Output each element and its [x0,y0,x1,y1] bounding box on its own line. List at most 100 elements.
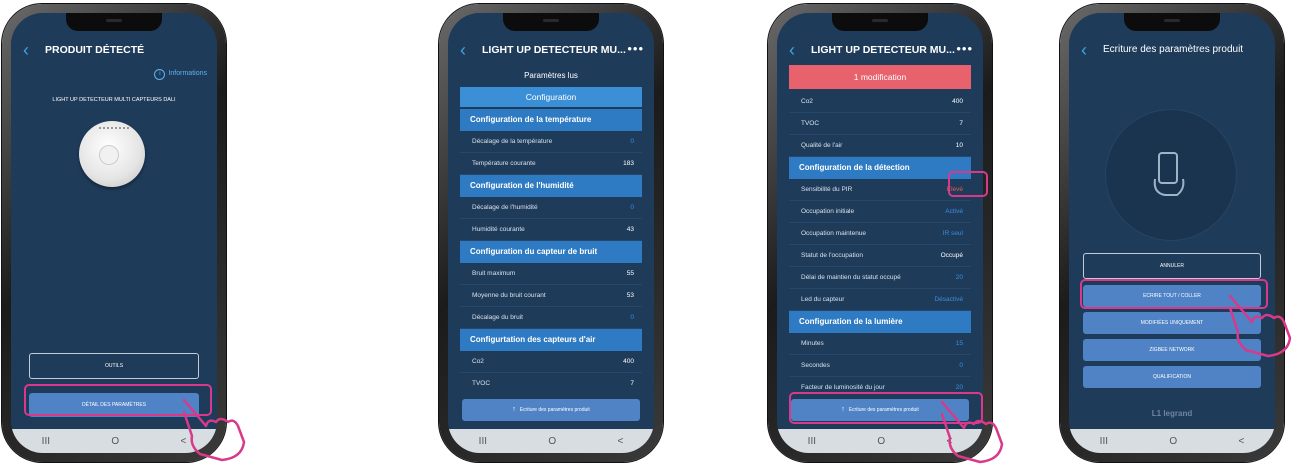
param-value: 0 [959,362,963,369]
info-link[interactable]: i Informations [154,69,207,80]
write-parameters-button[interactable]: ↑ Ecriture des paramètres produit [462,399,640,421]
notch [1124,13,1220,31]
home-button[interactable]: O [877,436,885,447]
param-label: Délai de maintien du statut occupé [801,274,901,281]
back-chevron-icon[interactable]: ‹ [23,41,29,59]
param-label: Qualité de l'air [801,142,843,149]
param-row[interactable]: Led du capteur Désactivé [789,289,971,311]
upload-arrow-icon: ↑ [512,406,516,413]
android-nav-bar: III O < [448,429,654,453]
param-row[interactable]: Facteur de luminosité du jour 20 [789,377,971,391]
param-value: 15 [955,340,963,347]
param-value: 7 [959,120,963,127]
param-row[interactable]: Délai de maintien du statut occupé 20 [789,267,971,289]
nfc-circle [1105,109,1237,241]
param-label: TVOC [801,120,820,127]
param-value: 400 [623,358,634,365]
write-parameters-label: Ecriture des paramètres produit [519,407,590,413]
param-value: 20 [955,274,963,281]
back-chevron-icon[interactable]: ‹ [789,41,795,59]
pointing-hand-icon [940,400,1004,464]
page-title: LIGHT UP DETECTEUR MU... [811,44,955,56]
screen-write-parameters: ‹ Ecriture des paramètres produit ANNULE… [1069,13,1275,453]
param-row[interactable]: Minutes 15 [789,333,971,355]
param-value: 0 [630,314,634,321]
param-row[interactable]: Co2 400 [789,91,971,113]
param-label: Occupation maintenue [801,230,867,237]
param-value: 55 [626,270,634,277]
param-row[interactable]: Statut de l'occupation Occupé [789,245,971,267]
legrand-logo: L1 legrand [1151,409,1193,418]
param-value: 20 [955,384,963,391]
param-label: Humidité courante [472,226,525,233]
parameter-list: Co2 400 TVOC 7 Qualité de l'air 10 Configur… [789,91,971,391]
home-button[interactable]: O [1169,436,1177,447]
screen-parameters-read: ‹ LIGHT UP DETECTEUR MU... ••• Paramètre… [448,13,654,453]
param-value: 53 [626,292,634,299]
param-row[interactable]: Secondes 0 [789,355,971,377]
param-row[interactable]: Température courante 183 [460,153,642,175]
notch [832,13,928,31]
param-label: Statut de l'occupation [801,252,863,259]
back-button[interactable]: < [617,436,623,447]
subtitle: Paramètres lus [524,71,578,80]
param-label: TVOC [472,380,491,387]
param-row[interactable]: Sensibilité du PIR Élevé [789,179,971,201]
pointing-hand-icon [182,398,246,462]
param-value: 0 [630,138,634,145]
back-button[interactable]: < [1238,436,1244,447]
tab-configuration[interactable]: Configuration [460,87,642,107]
param-row[interactable]: TVOC 7 [460,373,642,389]
param-label: Sensibilité du PIR [801,186,853,193]
home-button[interactable]: O [111,436,119,447]
param-value: Occupé [940,252,963,259]
param-row[interactable]: Occupation initiale Activé [789,201,971,223]
param-value: Désactivé [934,296,963,303]
notch [503,13,599,31]
back-chevron-icon[interactable]: ‹ [460,41,466,59]
param-label: Décalage de l'humidité [472,204,538,211]
param-row[interactable]: Décalage de l'humidité 0 [460,197,642,219]
param-row[interactable]: Qualité de l'air 10 [789,135,971,157]
qualification-button[interactable]: QUALIFICATION [1083,366,1261,388]
param-label: Minutes [801,340,824,347]
param-value: 400 [952,98,963,105]
more-options-icon[interactable]: ••• [956,41,973,56]
param-label: Secondes [801,362,830,369]
section-header: Configuration de l'humidité [460,175,642,197]
section-header: Configuration de la lumière [789,311,971,333]
more-options-icon[interactable]: ••• [627,41,644,56]
param-row[interactable]: Occupation maintenue IR seul [789,223,971,245]
param-value: IR seul [942,230,963,237]
param-label: Co2 [472,358,484,365]
param-row[interactable]: Co2 400 [460,351,642,373]
param-value: 7 [630,380,634,387]
param-row[interactable]: Moyenne du bruit courant 53 [460,285,642,307]
recent-apps-button[interactable]: III [1100,436,1108,447]
param-value: Activé [945,208,963,215]
param-value: 183 [623,160,634,167]
param-row[interactable]: Décalage de la température 0 [460,131,642,153]
recent-apps-button[interactable]: III [808,436,816,447]
phone-parameters-read: ‹ LIGHT UP DETECTEUR MU... ••• Paramètre… [439,4,663,462]
page-title: LIGHT UP DETECTEUR MU... [482,44,626,56]
home-button[interactable]: O [548,436,556,447]
param-label: Température courante [472,160,536,167]
recent-apps-button[interactable]: III [479,436,487,447]
param-row[interactable]: TVOC 7 [789,113,971,135]
cancel-button[interactable]: ANNULER [1083,253,1261,279]
parameter-list: Configuration de la température Décalage… [460,109,642,389]
tools-button[interactable]: OUTILS [29,353,199,379]
back-chevron-icon[interactable]: ‹ [1081,41,1087,59]
param-label: Facteur de luminosité du jour [801,384,885,391]
param-row[interactable]: Humidité courante 43 [460,219,642,241]
recent-apps-button[interactable]: III [42,436,50,447]
product-name: LIGHT UP DETECTEUR MULTI CAPTEURS DALI [52,97,176,103]
param-row[interactable]: Décalage du bruit 0 [460,307,642,329]
param-row[interactable]: Bruit maximum 55 [460,263,642,285]
param-value: 0 [630,204,634,211]
param-label: Led du capteur [801,296,845,303]
page-title: Ecriture des paramètres produit [1103,44,1244,55]
section-header: Configuration de la température [460,109,642,131]
info-icon: i [154,69,166,80]
